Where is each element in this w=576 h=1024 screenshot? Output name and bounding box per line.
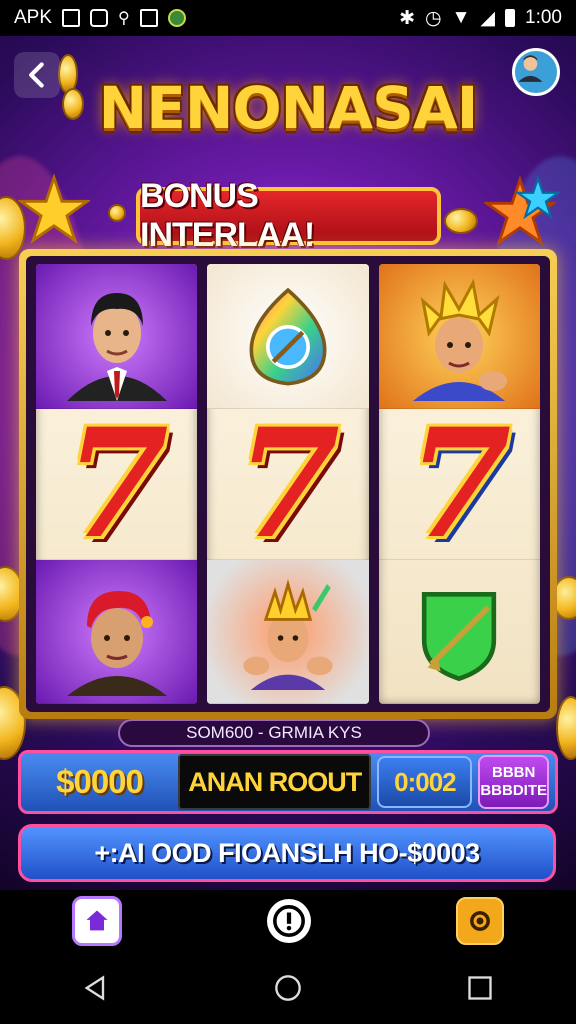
usb-icon: ⚲ <box>118 10 130 27</box>
bet-button-line2: BBBDITE <box>480 782 547 799</box>
bottom-nav <box>0 890 576 952</box>
wifi-icon: ▼ <box>451 7 471 28</box>
photo-notification-icon <box>139 9 158 27</box>
home-button[interactable] <box>72 896 123 946</box>
symbol-rainbow-gem <box>207 264 369 409</box>
app-label: APK <box>14 7 53 28</box>
info-bar: SOM600 - GRMIA KYS <box>118 719 430 747</box>
coin-decoration <box>556 696 576 760</box>
signal-icon: ◢ <box>480 7 496 29</box>
status-bar: APK ⚲ ✱ ◷ ▼ ◢ 1:00 <box>0 0 576 36</box>
seven-symbol: 7 <box>64 395 169 572</box>
timer-display[interactable]: 0:002 <box>377 756 473 808</box>
info-button[interactable] <box>266 899 311 943</box>
alarm-icon: ◷ <box>424 7 442 29</box>
bluetooth-icon: ✱ <box>399 7 415 29</box>
symbol-warrior <box>207 559 369 704</box>
balance-display: $0000 <box>56 763 144 800</box>
businessman-portrait-icon <box>66 292 167 401</box>
reels-container: 7 7 7 <box>26 256 550 712</box>
reel-3: 7 <box>378 264 540 704</box>
seven-symbol: 7 <box>235 395 341 572</box>
settings-button[interactable] <box>455 897 504 945</box>
battery-icon <box>505 9 516 27</box>
win-amount-display: ANAN ROOUT <box>178 754 372 810</box>
symbol-spiky-hero <box>378 264 540 409</box>
seven-symbol: 7 <box>407 395 512 572</box>
recents-icon[interactable] <box>466 974 494 1002</box>
reel-1: 7 <box>36 264 198 704</box>
camera-notification-icon <box>90 9 109 27</box>
game-title: NENONASAI <box>98 74 479 142</box>
bet-button-line1: BBBN <box>491 764 536 781</box>
symbol-green-shield <box>378 560 540 704</box>
green-shield-sword-icon <box>422 592 497 682</box>
symbol-seven: 7 <box>207 395 369 572</box>
bandana-boy-portrait-icon <box>66 591 167 697</box>
bonus-banner[interactable]: BONUS INTERLAA! <box>136 177 441 254</box>
control-panel: $0000 ANAN ROOUT 0:002 BBBN BBBDITE <box>18 750 558 814</box>
coin-decoration <box>444 208 478 234</box>
home-icon <box>86 910 108 931</box>
settings-icon <box>469 911 490 931</box>
image-notification-icon <box>62 9 81 27</box>
spiky-hair-hero-icon <box>413 278 508 401</box>
info-icon <box>273 905 305 937</box>
reel-2: 7 <box>207 264 369 704</box>
symbol-seven: 7 <box>378 395 540 572</box>
system-nav <box>0 952 576 1024</box>
symbol-bandana-boy <box>36 559 198 704</box>
coin-decoration <box>108 204 126 222</box>
back-icon[interactable] <box>82 974 110 1002</box>
warrior-character-icon <box>243 578 333 690</box>
star-decoration-blue <box>516 176 560 220</box>
bet-button[interactable]: BBBN BBBDITE <box>478 755 549 809</box>
clock: 1:00 <box>525 7 562 28</box>
home-circle-icon[interactable] <box>274 974 302 1002</box>
game-screen: NENONASAI BONUS INTERLAA! 7 7 7 SOM600 -… <box>0 36 576 890</box>
sync-icon <box>167 9 186 27</box>
symbol-businessman <box>36 264 198 409</box>
slot-machine: 7 7 7 <box>19 249 557 719</box>
star-decoration-left <box>18 174 90 244</box>
symbol-seven: 7 <box>36 395 198 572</box>
rainbow-gem-icon <box>249 287 327 386</box>
jackpot-ticker[interactable]: +:AI OOD FIOANSLH HO-$0003 <box>18 824 556 882</box>
